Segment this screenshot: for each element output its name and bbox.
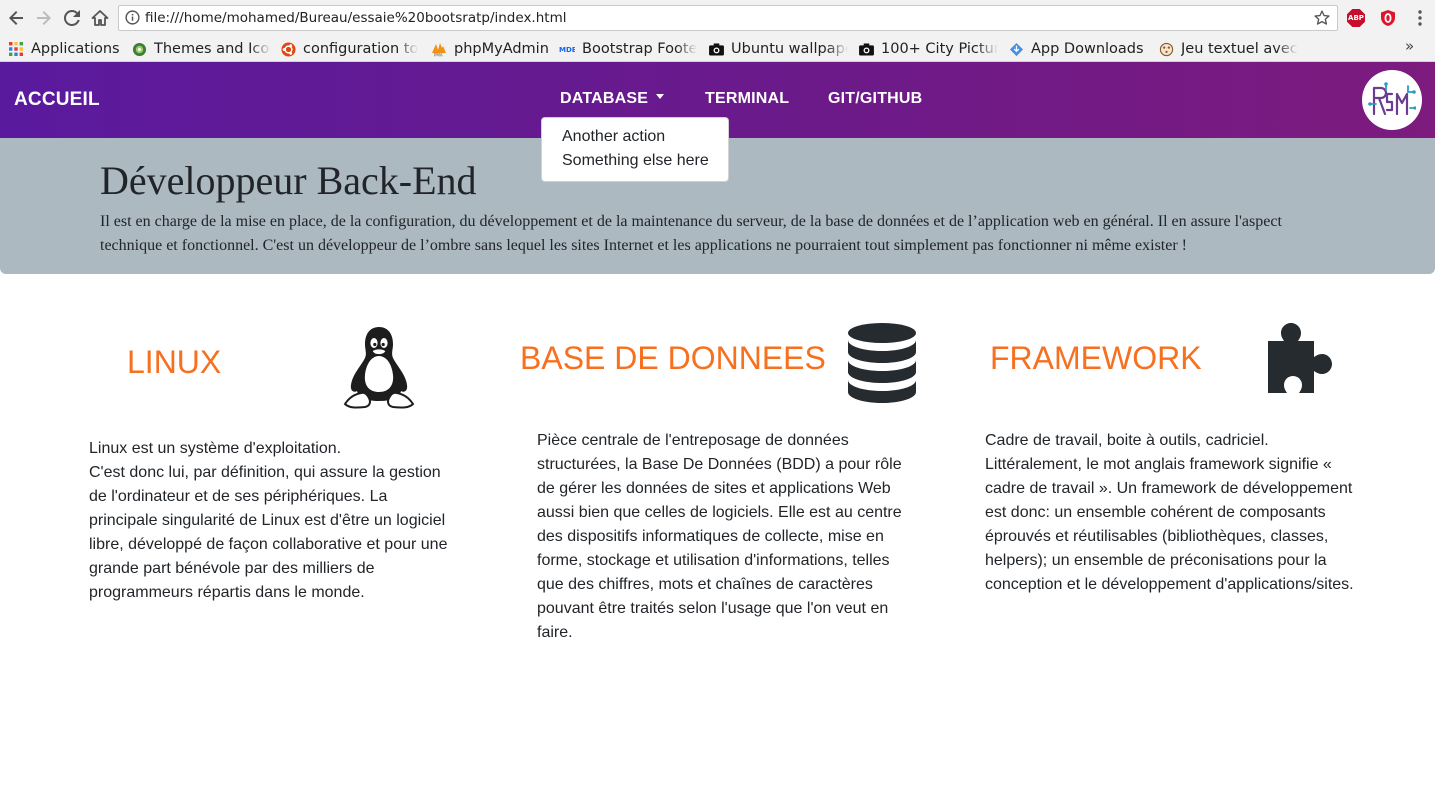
url-text[interactable]: file:///home/mohamed/Bureau/essaie%20boo… [145,10,566,26]
apps-grid-icon [8,41,24,57]
linux-penguin-icon [343,325,415,414]
page-title: Développeur Back-End [100,158,477,203]
back-arrow-icon[interactable] [5,7,27,29]
bookmark-label: phpMyAdmin [454,41,549,57]
opera-vpn-icon[interactable] [1379,9,1397,27]
browser-toolbar: file:///home/mohamed/Bureau/essaie%20boo… [0,0,1435,36]
bookmark-city-pictures[interactable]: 100+ City Picture [858,36,998,62]
mdb-icon: MDB [559,41,575,57]
bookmarks-overflow-button[interactable]: » [1405,37,1414,55]
caret-down-icon [656,94,665,100]
nav-git-github[interactable]: GIT/GITHUB [828,90,922,108]
database-heading: BASE DE DONNEES [520,340,826,376]
bookmark-label: configuration to [303,41,419,57]
reload-icon[interactable] [61,7,83,29]
camera-icon [708,41,724,57]
svg-text:PMA: PMA [434,53,443,57]
adblock-plus-icon[interactable]: ABP [1347,9,1365,27]
bookmark-label: 100+ City Picture [881,41,998,57]
dropdown-item-another-action[interactable]: Another action [562,128,665,146]
nav-label: DATABASE [560,90,649,107]
download-icon [1008,41,1024,57]
nav-terminal[interactable]: TERMINAL [705,90,789,108]
framework-description: Cadre de travail, boite à outils, cadric… [985,432,1354,593]
bookmark-label: Jeu textuel avec [1181,41,1298,57]
bookmarks-bar: Applications Themes and Icon configurati… [0,36,1435,62]
bookmark-star-icon[interactable] [1313,9,1331,32]
linux-heading: LINUX [127,344,222,380]
forward-arrow-icon[interactable] [33,7,55,29]
database-description: Pièce centrale de l'entreposage de donné… [537,432,902,641]
bookmark-label: Ubuntu wallpape [731,41,848,57]
game-icon [1158,41,1174,57]
puzzle-piece-icon [1266,321,1344,400]
phpmyadmin-icon: PMA [431,41,447,57]
home-icon[interactable] [89,7,111,29]
themes-icon [131,41,147,57]
framework-heading: FRAMEWORK [990,340,1202,376]
linux-description: Linux est un système d'exploitation. C'e… [89,440,448,601]
bookmark-bootstrap-footer[interactable]: MDB Bootstrap Foote [559,36,699,62]
bookmark-themes[interactable]: Themes and Icon [131,36,271,62]
brand-link[interactable]: ACCUEIL [14,89,100,111]
chrome-menu-icon[interactable] [1414,9,1426,32]
bookmark-label: Applications [31,41,120,57]
database-icon [846,322,918,409]
bookmark-configuration[interactable]: configuration to [280,36,422,62]
nav-database-dropdown[interactable]: DATABASE [560,90,665,108]
info-icon[interactable] [125,10,140,30]
bookmark-phpmyadmin[interactable]: PMA phpMyAdmin [431,36,549,62]
dropdown-item-something-else[interactable]: Something else here [562,152,709,170]
bookmark-ubuntu-wallpaper[interactable]: Ubuntu wallpape [708,36,848,62]
bookmark-label: Themes and Icon [154,41,271,57]
bookmark-app-downloads[interactable]: App Downloads [1008,36,1144,62]
camera-icon [858,41,874,57]
bookmark-jeu-textuel[interactable]: Jeu textuel avec [1158,36,1298,62]
jumbotron-description: Il est en charge de la mise en place, de… [100,213,1282,254]
site-logo-icon[interactable] [1362,70,1422,130]
bookmark-applications[interactable]: Applications [8,36,120,62]
bookmark-label: App Downloads [1031,41,1144,57]
svg-text:MDB: MDB [559,46,575,54]
ubuntu-icon [280,41,296,57]
bookmark-label: Bootstrap Foote [582,41,698,57]
database-dropdown-menu: Another action Something else here [541,117,729,182]
adblock-label: ABP [1348,14,1364,22]
address-bar[interactable]: file:///home/mohamed/Bureau/essaie%20boo… [118,5,1338,31]
